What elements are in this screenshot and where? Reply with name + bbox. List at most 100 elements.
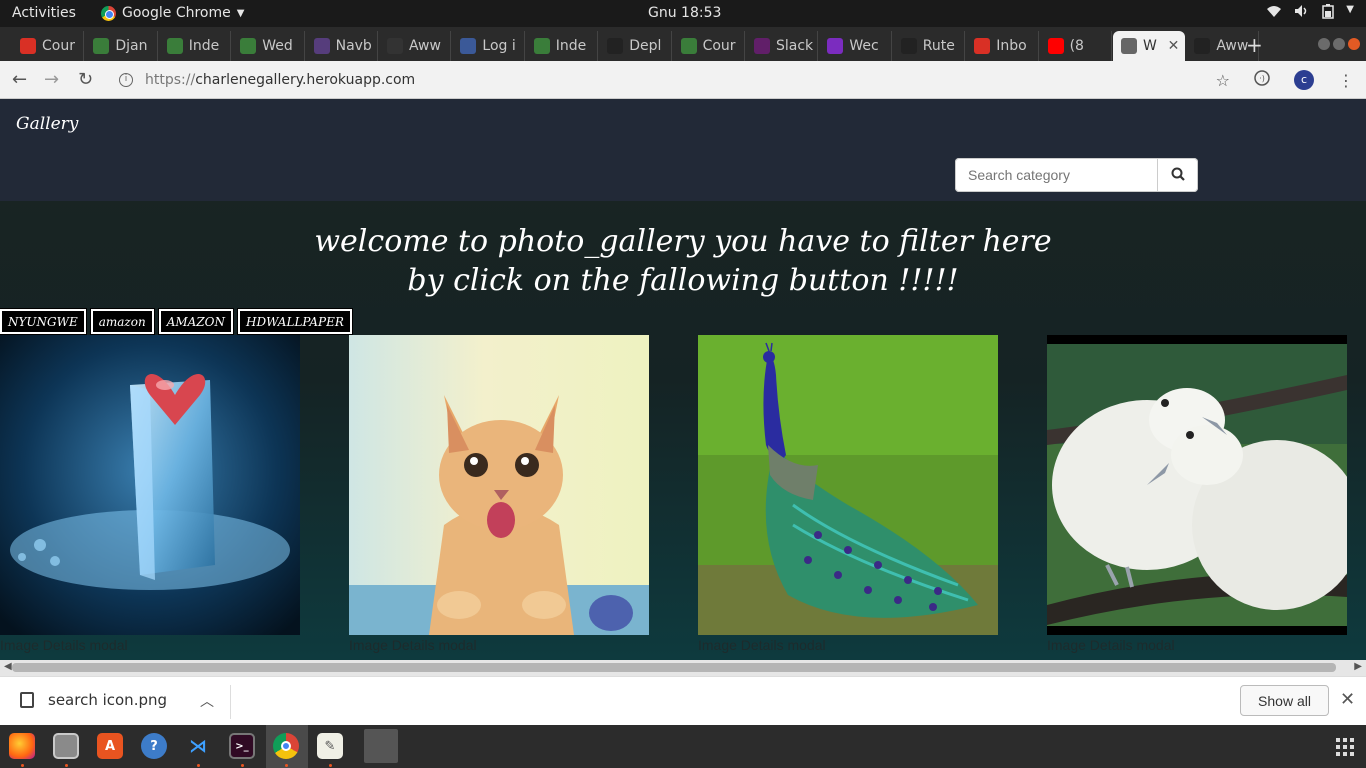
back-button[interactable]: ← bbox=[12, 69, 27, 90]
browser-tab[interactable]: Inbo bbox=[966, 31, 1039, 61]
chrome-icon bbox=[101, 5, 116, 21]
browser-tab[interactable]: Navb bbox=[306, 31, 378, 61]
toolbar-actions: ☆ ·) c ⋮ bbox=[1216, 70, 1354, 90]
downloads-shelf: search icon.png ︿ Show all ✕ bbox=[0, 676, 1366, 725]
gallery-image-ice-heart[interactable] bbox=[0, 335, 300, 635]
forward-button[interactable]: → bbox=[44, 69, 59, 90]
image-details-modal-link[interactable]: Image Details modal bbox=[1047, 637, 1347, 653]
app-menu[interactable]: Google Chrome ▼ bbox=[101, 5, 244, 21]
gallery-image-kitten[interactable] bbox=[349, 335, 649, 635]
url-field[interactable]: i https:// charlenegallery.herokuapp.com bbox=[113, 68, 1243, 92]
gallery-image-doves[interactable] bbox=[1047, 335, 1347, 635]
tab-label: Inde bbox=[555, 38, 587, 54]
chevron-down-icon: ▼ bbox=[236, 7, 245, 19]
svg-text:·): ·) bbox=[1259, 74, 1265, 83]
maximize-button[interactable] bbox=[1333, 38, 1345, 50]
scroll-left-arrow[interactable]: ◀ bbox=[4, 661, 12, 672]
terminal-icon[interactable]: >_ bbox=[229, 733, 255, 759]
page-icon bbox=[240, 38, 257, 54]
site-info-icon[interactable]: i bbox=[119, 73, 133, 87]
tab-label: Djan bbox=[115, 38, 148, 54]
files-icon[interactable] bbox=[53, 733, 79, 759]
github-icon bbox=[607, 38, 624, 54]
battery-icon[interactable] bbox=[1322, 4, 1335, 23]
search-form bbox=[955, 158, 1198, 192]
system-tray[interactable]: ▼ bbox=[1266, 4, 1354, 23]
filter-button-hdwallpaper[interactable]: HDWALLPAPER bbox=[236, 308, 353, 335]
vscode-icon[interactable]: ⋊ bbox=[185, 733, 211, 759]
tab-label: Log i bbox=[482, 38, 516, 54]
site-brand[interactable]: Gallery bbox=[16, 114, 78, 134]
gallery-image-peacock[interactable] bbox=[698, 335, 998, 635]
image-details-modal-link[interactable]: Image Details modal bbox=[349, 637, 649, 653]
new-tab-button[interactable]: + bbox=[1246, 33, 1263, 57]
tab-label: Wec bbox=[849, 38, 879, 54]
scrollbar-thumb[interactable] bbox=[12, 663, 1336, 672]
help-icon[interactable]: ? bbox=[141, 733, 167, 759]
scroll-right-arrow[interactable]: ▶ bbox=[1354, 661, 1362, 672]
browser-tab[interactable]: Log i bbox=[452, 31, 525, 61]
show-all-button[interactable]: Show all bbox=[1240, 685, 1329, 716]
tab-label: Aww bbox=[409, 38, 441, 54]
browser-tab[interactable]: Djan bbox=[85, 31, 158, 61]
image-details-modal-link[interactable]: Image Details modal bbox=[698, 637, 998, 653]
browser-tab[interactable]: Slack bbox=[746, 31, 819, 61]
browser-tab[interactable]: Wed bbox=[232, 31, 305, 61]
browser-tab[interactable]: W ✕ bbox=[1113, 31, 1186, 61]
profile-avatar[interactable]: c bbox=[1294, 70, 1314, 90]
power-menu-icon[interactable]: ▼ bbox=[1346, 4, 1354, 23]
close-window-button[interactable] bbox=[1348, 38, 1360, 50]
page-icon bbox=[680, 38, 697, 54]
search-icon bbox=[1171, 167, 1185, 184]
search-button[interactable] bbox=[1158, 158, 1198, 192]
filter-button-nyungwe[interactable]: NYUNGWE bbox=[0, 308, 87, 335]
browser-tab[interactable]: Inde bbox=[526, 31, 599, 61]
awwwards-icon bbox=[387, 38, 403, 54]
search-category-input[interactable] bbox=[955, 158, 1158, 192]
browser-tab[interactable]: Inde bbox=[159, 31, 232, 61]
filter-button-amazon-upper[interactable]: AMAZON bbox=[157, 308, 234, 335]
image-details-modal-link[interactable]: Image Details modal bbox=[0, 637, 300, 653]
download-file-name: search icon.png bbox=[48, 691, 168, 709]
download-item[interactable]: search icon.png bbox=[20, 691, 167, 709]
volume-icon[interactable] bbox=[1294, 4, 1310, 23]
activities-button[interactable]: Activities bbox=[12, 5, 76, 21]
running-indicator bbox=[197, 764, 200, 767]
extension-icon[interactable]: ·) bbox=[1254, 70, 1270, 90]
browser-tab[interactable]: Depl bbox=[599, 31, 672, 61]
browser-tab[interactable]: Wec bbox=[819, 31, 892, 61]
tab-label: Inde bbox=[188, 38, 220, 54]
wifi-icon[interactable] bbox=[1266, 4, 1282, 23]
show-applications-icon[interactable] bbox=[1336, 738, 1354, 756]
horizontal-scrollbar[interactable]: ◀ ▶ bbox=[0, 660, 1366, 676]
close-tab-icon[interactable]: ✕ bbox=[1168, 38, 1180, 54]
filter-button-amazon-lower[interactable]: amazon bbox=[89, 308, 155, 335]
bookmark-star-icon[interactable]: ☆ bbox=[1216, 71, 1230, 90]
gallery-card: Image Details modal bbox=[1047, 335, 1347, 653]
close-icon[interactable]: ✕ bbox=[1340, 689, 1355, 710]
bootstrap-icon bbox=[313, 38, 330, 54]
gmail-icon bbox=[974, 38, 991, 54]
browser-tab[interactable]: Aww bbox=[379, 31, 452, 61]
trash-icon[interactable] bbox=[364, 729, 398, 763]
chevron-up-icon[interactable]: ︿ bbox=[200, 691, 214, 711]
address-bar: ← → ↻ i https:// charlenegallery.herokua… bbox=[0, 61, 1366, 99]
browser-tab[interactable]: Rute bbox=[893, 31, 966, 61]
browser-tab[interactable]: Cour bbox=[12, 31, 85, 61]
software-icon[interactable]: A bbox=[97, 733, 123, 759]
gallery-card: Image Details modal bbox=[349, 335, 649, 653]
tab-label: Rute bbox=[922, 38, 955, 54]
browser-tab[interactable]: (8 bbox=[1040, 31, 1112, 61]
firefox-icon[interactable] bbox=[9, 733, 35, 759]
reload-button[interactable]: ↻ bbox=[78, 69, 93, 90]
browser-tab[interactable]: Cour bbox=[673, 31, 745, 61]
chrome-menu-icon[interactable]: ⋮ bbox=[1338, 71, 1354, 90]
chrome-icon[interactable] bbox=[273, 733, 299, 759]
heading-line-1: welcome to photo_gallery you have to fil… bbox=[314, 224, 1052, 259]
clock[interactable]: Gnu 18:53 bbox=[648, 5, 721, 21]
ubuntu-dock: A ? ⋊ >_ ✎ bbox=[0, 725, 1366, 768]
minimize-button[interactable] bbox=[1318, 38, 1330, 50]
tab-label: Aww bbox=[1216, 38, 1249, 54]
running-indicator bbox=[65, 764, 68, 767]
text-editor-icon[interactable]: ✎ bbox=[317, 733, 343, 759]
